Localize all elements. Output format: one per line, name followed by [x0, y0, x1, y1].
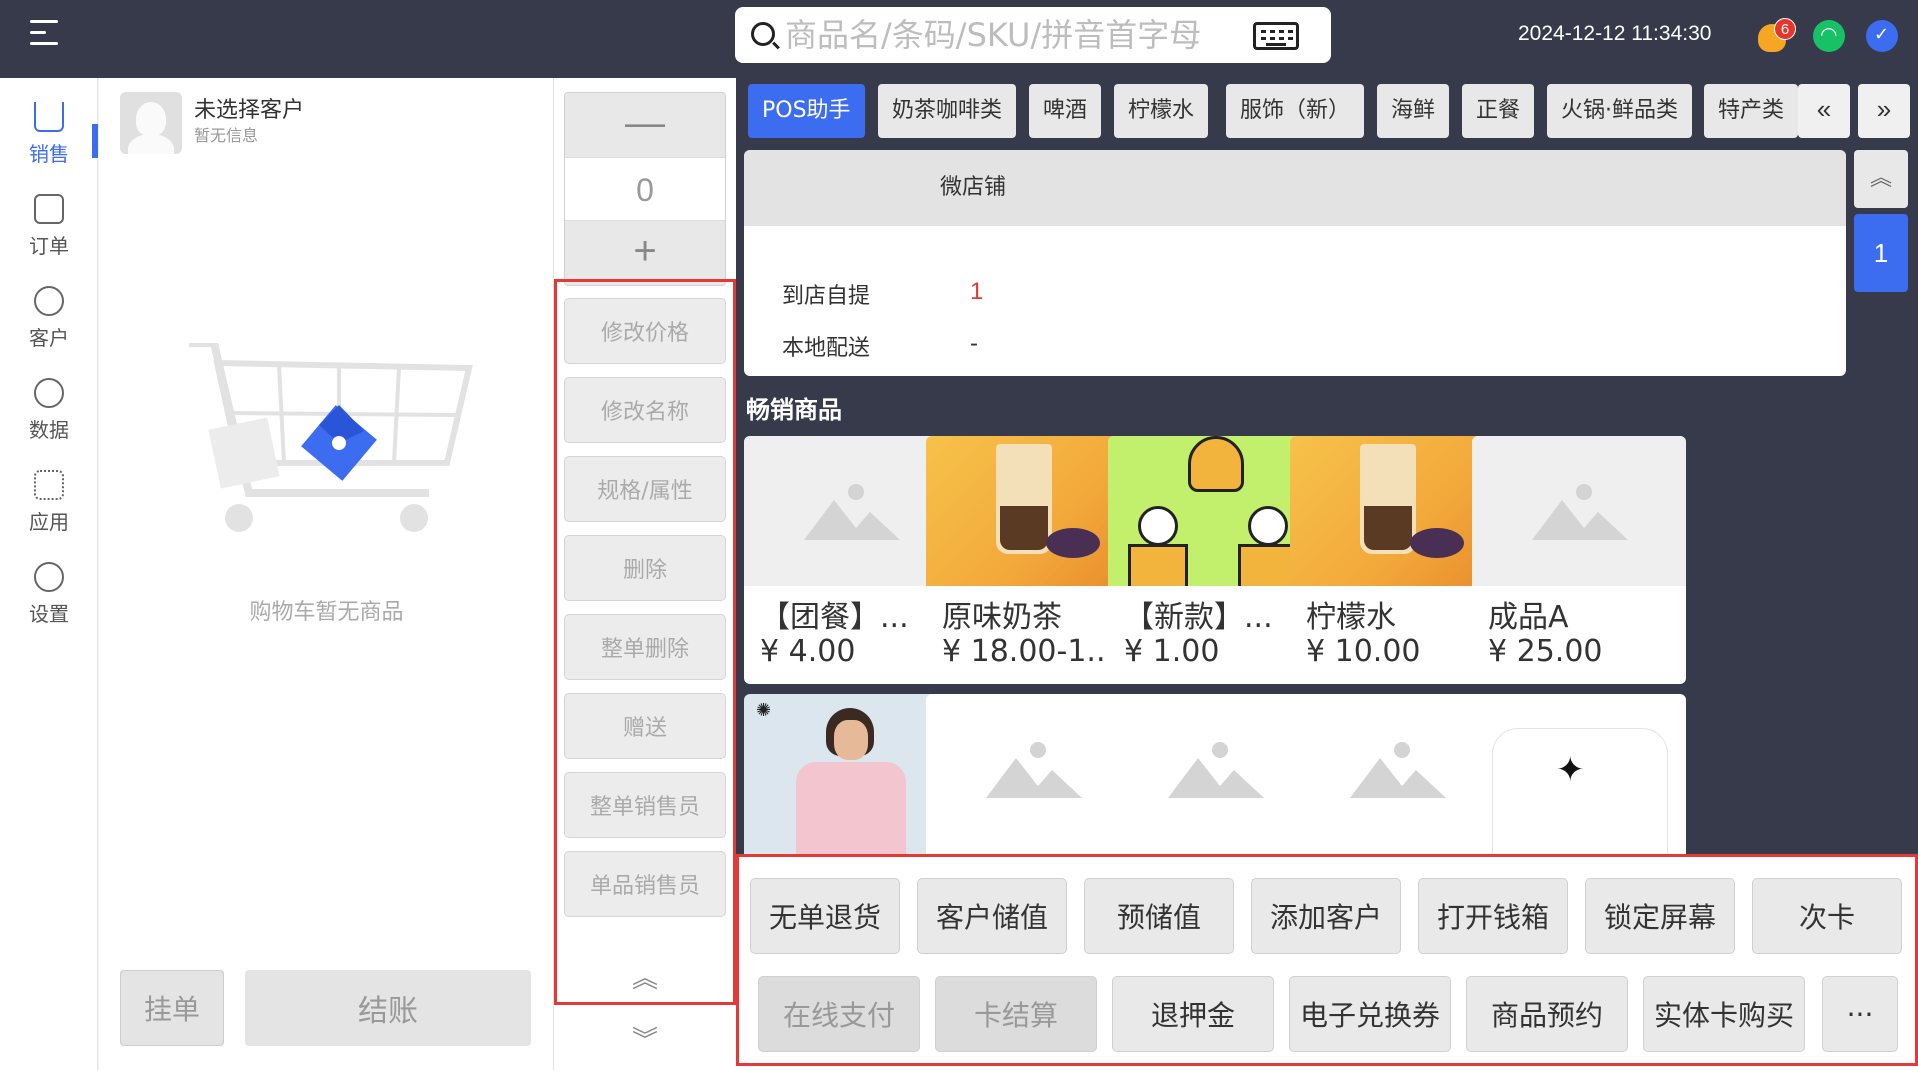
qty-decrement-button[interactable]: —: [565, 93, 725, 157]
tab-specialty[interactable]: 特产类: [1704, 84, 1799, 138]
tshirt-print-icon: ✦: [1556, 750, 1585, 790]
image-placeholder-icon: [986, 742, 1082, 798]
store-header: 微店铺: [744, 150, 1846, 226]
nav-label: 应用: [29, 510, 69, 534]
tab-next-button[interactable]: »: [1858, 84, 1910, 138]
user-data-icon: [34, 378, 64, 408]
search-box[interactable]: [735, 7, 1331, 63]
product-price: ¥ 4.00: [760, 634, 856, 669]
delivery-label[interactable]: 本地配送: [782, 330, 870, 362]
tab-apparel[interactable]: 服饰（新）: [1226, 84, 1365, 138]
product-name: 【新款】...: [1124, 600, 1273, 635]
nav-label: 设置: [29, 602, 69, 626]
search-input[interactable]: [785, 15, 1245, 55]
highlight-box-ops: [554, 279, 736, 1005]
nav-item-orders[interactable]: 订单: [0, 180, 98, 270]
tab-beer[interactable]: 啤酒: [1029, 84, 1102, 138]
nav-label: 数据: [29, 418, 69, 442]
product-name: 成品A: [1488, 600, 1569, 635]
product-card[interactable]: ✦: [1472, 694, 1686, 874]
section-title: 畅销商品: [746, 396, 842, 424]
product-price: ¥ 10.00: [1306, 634, 1421, 669]
product-name: 【团餐】...: [760, 600, 909, 635]
pickup-count[interactable]: 1: [970, 278, 983, 306]
image-placeholder-icon: [1168, 742, 1264, 798]
image-placeholder-icon: [804, 484, 900, 540]
tab-prev-button[interactable]: «: [1798, 84, 1850, 138]
product-price: ¥ 1.00: [1124, 634, 1220, 669]
checkout-button[interactable]: 结账: [245, 970, 531, 1046]
product-image-placeholder: [1472, 436, 1686, 586]
quantity-stepper: — 0 +: [564, 92, 726, 286]
delivery-count[interactable]: -: [970, 330, 978, 358]
scroll-down-icon[interactable]: ︾: [632, 1020, 658, 1057]
scroll-up-icon[interactable]: ︽: [632, 958, 658, 995]
empty-cart-illustration: [189, 343, 473, 532]
product-price: ¥ 25.00: [1488, 634, 1603, 669]
nav-item-settings[interactable]: 设置: [0, 548, 98, 638]
notification-badge: 6: [1774, 18, 1796, 40]
nav-label: 客户: [29, 326, 69, 350]
clipboard-icon: [34, 194, 64, 224]
users-icon: [34, 286, 64, 316]
tab-meal[interactable]: 正餐: [1462, 84, 1535, 138]
cart-icon: [34, 102, 64, 132]
datetime: 2024-12-12 11:34:30: [1518, 22, 1712, 45]
customer-name[interactable]: 未选择客户: [194, 92, 304, 124]
keyboard-icon[interactable]: [1253, 22, 1299, 50]
tab-seafood[interactable]: 海鲜: [1377, 84, 1450, 138]
image-placeholder-icon: [1350, 742, 1446, 798]
gear-icon: [34, 562, 64, 592]
side-nav: 销售 订单 客户 数据 应用 设置: [0, 78, 98, 1070]
empty-cart-text: 购物车暂无商品: [249, 600, 404, 625]
hold-order-button[interactable]: 挂单: [120, 970, 224, 1046]
product-price: ¥ 18.00-1...: [942, 634, 1116, 669]
nav-item-sales[interactable]: 销售: [0, 88, 98, 178]
top-bar: 2024-12-12 11:34:30 6: [0, 0, 1918, 78]
apps-icon: [34, 470, 64, 500]
micro-store-card: 微店铺 到店自提 1 本地配送 -: [744, 150, 1846, 376]
current-page[interactable]: 1: [1854, 214, 1908, 292]
product-area: POS助手 奶茶咖啡类 啤酒 柠檬水 服饰（新） 海鲜 正餐 火锅·鲜品类 特产…: [736, 78, 1918, 1070]
menu-icon[interactable]: [30, 20, 58, 48]
nav-label: 订单: [29, 234, 69, 258]
nav-item-apps[interactable]: 应用: [0, 456, 98, 546]
product-name: 原味奶茶: [942, 600, 1062, 635]
product-name: 柠檬水: [1306, 600, 1396, 635]
qty-increment-button[interactable]: +: [565, 221, 725, 285]
cart-panel: 未选择客户 暂无信息 购物车暂无商品 挂单 结账: [99, 78, 554, 1070]
image-placeholder-icon: [1532, 484, 1628, 540]
nav-item-customers[interactable]: 客户: [0, 272, 98, 362]
product-card[interactable]: 成品A ¥ 25.00: [1472, 436, 1686, 684]
item-operations-panel: — 0 + 修改价格 修改名称 规格/属性 删除 整单删除 赠送 整单销售员 单…: [554, 78, 736, 1070]
wifi-icon[interactable]: [1813, 20, 1845, 52]
tab-lemonade[interactable]: 柠檬水: [1114, 84, 1209, 138]
nav-label: 销售: [29, 142, 69, 166]
notification-button[interactable]: 6: [1758, 18, 1796, 52]
tab-milk-tea-coffee[interactable]: 奶茶咖啡类: [878, 84, 1017, 138]
tab-hotpot[interactable]: 火锅·鲜品类: [1547, 84, 1692, 138]
nav-item-data[interactable]: 数据: [0, 364, 98, 454]
app-status-icon[interactable]: [1866, 20, 1898, 52]
tab-pos-assistant[interactable]: POS助手: [748, 84, 865, 138]
avatar[interactable]: [120, 92, 182, 154]
search-icon: [751, 22, 775, 46]
brand-icon: ✺: [756, 700, 772, 720]
qty-value[interactable]: 0: [565, 157, 725, 221]
pickup-label[interactable]: 到店自提: [782, 278, 870, 310]
highlight-box-actions: [736, 854, 1918, 1066]
customer-info: 暂无信息: [194, 126, 259, 145]
page-up-button[interactable]: ︽: [1854, 150, 1908, 208]
